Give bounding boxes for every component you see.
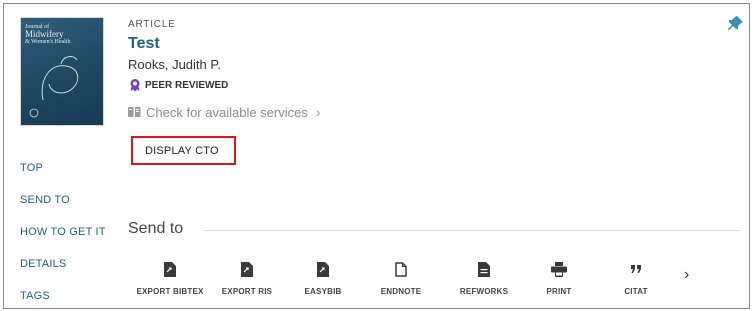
- refworks-label: REFWORKS: [459, 287, 509, 296]
- display-cto-button[interactable]: DISPLAY CTO: [131, 136, 236, 165]
- peer-reviewed-label: PEER REVIEWED: [145, 79, 229, 91]
- record-title[interactable]: Test: [128, 35, 160, 53]
- endnote-icon: [395, 262, 407, 277]
- cover-title-line2: Midwifery: [25, 29, 64, 39]
- print-label: PRINT: [546, 287, 572, 296]
- cover-title-line3: & Women's Health: [25, 39, 71, 45]
- pin-icon[interactable]: [728, 15, 744, 31]
- refworks-icon: [478, 262, 490, 277]
- citation-label: CITAT: [624, 287, 648, 296]
- citation-icon: [631, 265, 641, 273]
- refworks-button[interactable]: REFWORKS: [444, 262, 524, 299]
- print-icon: [551, 262, 567, 277]
- export-bibtex-button[interactable]: EXPORT BIBTEX: [130, 262, 210, 299]
- send-to-heading: Send to: [128, 220, 184, 237]
- chevron-right-icon: ›: [315, 104, 321, 120]
- sidebar-item-how-to-get-it[interactable]: HOW TO GET IT: [20, 226, 106, 238]
- journal-cover-thumbnail[interactable]: Journal of Midwifery & Women's Health: [20, 17, 104, 126]
- sidebar-item-tags[interactable]: TAGS: [20, 290, 50, 302]
- record-author: Rooks, Judith P.: [128, 57, 221, 72]
- record-type: ARTICLE: [128, 19, 176, 30]
- sidebar-item-top[interactable]: TOP: [20, 162, 43, 174]
- easybib-icon: [317, 262, 329, 277]
- peer-reviewed-badge: PEER REVIEWED: [128, 78, 228, 92]
- sidebar-item-send-to[interactable]: SEND TO: [20, 194, 70, 206]
- display-cto-label: DISPLAY CTO: [145, 145, 219, 157]
- print-button[interactable]: PRINT: [519, 262, 599, 299]
- cover-title: Journal of Midwifery & Women's Health: [25, 24, 99, 45]
- export-bibtex-label: EXPORT BIBTEX: [136, 287, 204, 296]
- endnote-button[interactable]: ENDNOTE: [361, 262, 441, 299]
- citation-button[interactable]: CITAT: [596, 262, 676, 299]
- export-ris-button[interactable]: EXPORT RIS: [207, 262, 287, 299]
- send-to-divider: [204, 230, 740, 231]
- easybib-button[interactable]: EASYBIB: [283, 262, 363, 299]
- check-services-label: Check for available services: [146, 104, 308, 120]
- peer-reviewed-icon: [130, 79, 140, 92]
- export-ris-label: EXPORT RIS: [221, 287, 273, 296]
- export-ris-icon: [241, 262, 253, 277]
- endnote-label: ENDNOTE: [380, 287, 422, 296]
- export-bibtex-icon: [164, 262, 176, 277]
- sidebar-item-details[interactable]: DETAILS: [20, 258, 66, 270]
- chevron-right-icon[interactable]: ›: [684, 266, 689, 284]
- check-services-link[interactable]: Check for available services ›: [128, 104, 321, 120]
- easybib-label: EASYBIB: [304, 287, 342, 296]
- book-icon: [128, 107, 141, 117]
- record-card: Journal of Midwifery & Women's Health AR…: [3, 3, 750, 309]
